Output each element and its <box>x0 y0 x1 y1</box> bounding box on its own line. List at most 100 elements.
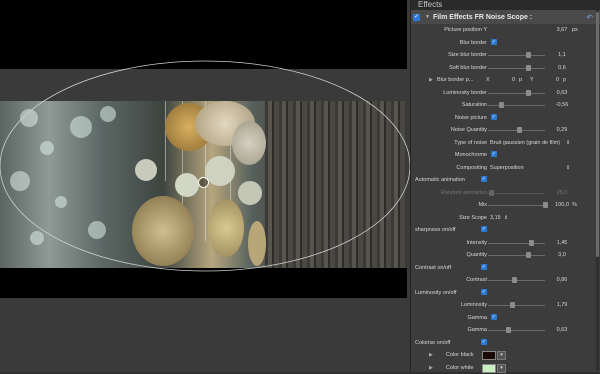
param-checkbox[interactable]: ✓ <box>481 339 487 345</box>
slider-thumb[interactable] <box>529 240 534 246</box>
param-row: Contrast0,86 <box>411 274 600 287</box>
param-x-value[interactable]: 0 <box>512 77 515 83</box>
disclosure-triangle-icon[interactable]: ▶ <box>429 365 433 371</box>
param-row: Gamma✓ <box>411 312 600 325</box>
param-row: Monochrome✓ <box>411 149 600 162</box>
scrollbar-thumb[interactable] <box>596 12 599 257</box>
param-unit: % <box>572 202 577 208</box>
slider-thumb[interactable] <box>489 190 494 196</box>
param-row: Soft blur border0,6 <box>411 62 600 75</box>
param-value[interactable]: 1,79 <box>551 302 573 308</box>
param-label: Picture position Y <box>444 27 487 33</box>
param-value[interactable]: 0,63 <box>551 327 573 333</box>
param-value[interactable]: 3,0 <box>551 252 573 258</box>
param-checkbox[interactable]: ✓ <box>481 226 487 232</box>
param-value[interactable]: 0,6 <box>551 65 573 71</box>
slider-thumb[interactable] <box>506 327 511 333</box>
slider-thumb[interactable] <box>526 52 531 58</box>
param-checkbox[interactable]: ✓ <box>481 176 487 182</box>
reset-icon[interactable]: ↶ <box>586 13 593 22</box>
slider-thumb[interactable] <box>510 302 515 308</box>
param-value[interactable]: 25,0 <box>551 190 573 196</box>
slider-thumb[interactable] <box>526 65 531 71</box>
slider-thumb[interactable] <box>499 102 504 108</box>
param-slider[interactable] <box>488 305 545 306</box>
slider-thumb[interactable] <box>512 277 517 283</box>
param-label: Compositing <box>456 165 487 171</box>
param-value[interactable]: 3,67 <box>551 27 573 33</box>
scope-ellipse[interactable] <box>0 0 410 372</box>
param-checkbox[interactable]: ✓ <box>491 314 497 320</box>
param-label: Quantity <box>467 252 487 258</box>
slider-thumb[interactable] <box>526 90 531 96</box>
param-value[interactable]: 0,63 <box>551 90 573 96</box>
param-checkbox[interactable]: ✓ <box>491 151 497 157</box>
param-slider[interactable] <box>488 280 545 281</box>
param-label: Luminosity on/off <box>415 290 456 296</box>
param-label: Size Scope <box>459 215 487 221</box>
param-checkbox[interactable]: ✓ <box>491 39 497 45</box>
param-slider[interactable] <box>488 243 545 244</box>
select-arrow-icon[interactable]: ⇕ <box>566 165 570 171</box>
param-value[interactable]: 1,45 <box>551 240 573 246</box>
param-select[interactable]: Superposition <box>490 165 524 171</box>
param-row: Contrast on/off✓ <box>411 262 600 275</box>
slider-thumb[interactable] <box>526 252 531 258</box>
param-slider[interactable] <box>488 93 545 94</box>
video-viewer[interactable] <box>0 0 410 372</box>
param-slider[interactable] <box>488 105 545 106</box>
color-dropdown-button[interactable]: ▾ <box>497 351 506 360</box>
param-row: sharpness on/off✓ <box>411 224 600 237</box>
panel-header: Effects <box>411 0 600 10</box>
param-label: Mix <box>478 202 487 208</box>
scope-ellipse-outline[interactable] <box>0 61 410 271</box>
select-arrow-icon[interactable]: ⇕ <box>566 140 570 146</box>
param-label: Color white <box>446 365 474 371</box>
color-dropdown-button[interactable]: ▾ <box>497 364 506 373</box>
param-row: Blur border p...▶X0pY0p <box>411 74 600 87</box>
param-label: Size blur border <box>448 52 487 58</box>
effects-inspector: Effects ✓ ▼ Film Effects FR Noise Scope … <box>410 0 600 372</box>
effect-row[interactable]: ✓ ▼ Film Effects FR Noise Scope : ↶ <box>411 10 600 24</box>
param-row: Luminosity1,79 <box>411 299 600 312</box>
param-value[interactable]: 100,0 <box>551 202 573 208</box>
param-slider[interactable] <box>488 55 545 56</box>
param-label: Blur border p... <box>437 77 473 83</box>
param-value[interactable]: 0,29 <box>551 127 573 133</box>
slider-thumb[interactable] <box>543 202 548 208</box>
param-label: Blur border <box>460 40 487 46</box>
param-y-value[interactable]: 0 <box>556 77 559 83</box>
param-label: Colorise on/off <box>415 340 450 346</box>
param-select[interactable]: Bruit gaussien (grain de film) <box>490 140 560 146</box>
slider-thumb[interactable] <box>517 127 522 133</box>
param-label: Noise picture <box>455 115 487 121</box>
color-swatch[interactable] <box>482 351 496 360</box>
param-value[interactable]: -0,56 <box>551 102 573 108</box>
color-swatch[interactable] <box>482 364 496 373</box>
effect-title: Film Effects FR Noise Scope : <box>433 14 532 21</box>
disclosure-triangle-icon[interactable]: ▼ <box>425 14 430 20</box>
param-value[interactable]: 1,1 <box>551 52 573 58</box>
parameter-list: Picture position Y3,67pxBlur border✓Size… <box>411 24 600 374</box>
effect-enable-checkbox[interactable]: ✓ <box>413 14 420 21</box>
param-row: Size Scope3,15⇕ <box>411 212 600 225</box>
param-select[interactable]: 3,15 <box>490 215 501 221</box>
param-slider[interactable] <box>488 68 545 69</box>
disclosure-triangle-icon[interactable]: ▶ <box>429 352 433 358</box>
param-value[interactable]: 0,86 <box>551 277 573 283</box>
select-arrow-icon[interactable]: ⇕ <box>504 215 508 221</box>
param-slider[interactable] <box>488 193 545 194</box>
param-checkbox[interactable]: ✓ <box>481 264 487 270</box>
param-slider[interactable] <box>488 130 545 131</box>
param-row: Blur border ✓ <box>411 37 600 50</box>
param-slider[interactable] <box>488 205 545 206</box>
param-checkbox[interactable]: ✓ <box>481 289 487 295</box>
param-label: Type of noise <box>454 140 487 146</box>
param-slider[interactable] <box>488 255 545 256</box>
disclosure-triangle-icon[interactable]: ▶ <box>429 77 433 83</box>
param-checkbox[interactable]: ✓ <box>491 114 497 120</box>
param-x-unit: p <box>519 77 522 83</box>
param-slider[interactable] <box>488 330 545 331</box>
param-row: Color white ▶ ▾ <box>411 362 600 374</box>
param-row: Noise picture ✓ <box>411 112 600 125</box>
